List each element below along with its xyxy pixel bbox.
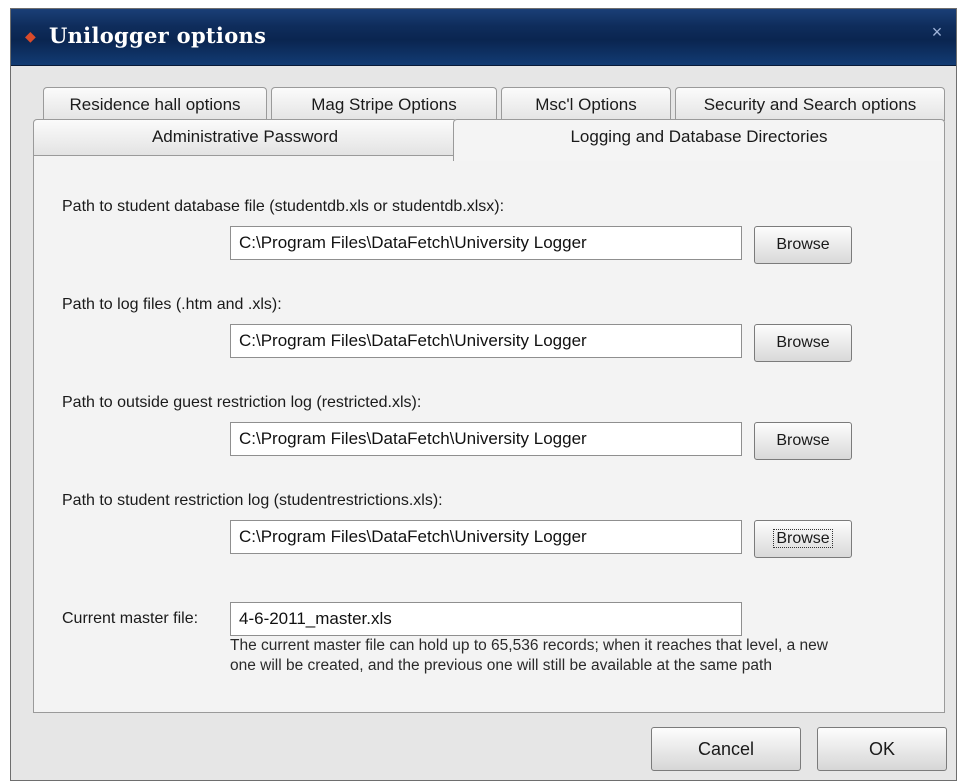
app-diamond-icon: ◆ [25, 28, 36, 44]
student-restriction-path-field[interactable]: C:\Program Files\DataFetch\University Lo… [230, 520, 742, 554]
student-restriction-browse-button[interactable]: Browse [754, 520, 852, 558]
student-restriction-path-label: Path to student restriction log (student… [62, 492, 443, 509]
ok-button[interactable]: OK [817, 727, 947, 771]
browse-button-label: Browse [776, 334, 830, 351]
browse-button-label: Browse [773, 529, 833, 548]
log-files-path-label: Path to log files (.htm and .xls): [62, 296, 282, 313]
tab-miscl-options[interactable]: Msc'l Options [501, 87, 671, 121]
guest-restriction-browse-button[interactable]: Browse [754, 422, 852, 460]
tab-administrative-password[interactable]: Administrative Password [33, 119, 457, 155]
guest-restriction-path-field[interactable]: C:\Program Files\DataFetch\University Lo… [230, 422, 742, 456]
student-db-path-label: Path to student database file (studentdb… [62, 198, 505, 215]
cancel-button[interactable]: Cancel [651, 727, 801, 771]
options-dialog: ◆ Unilogger options × Residence hall opt… [10, 8, 957, 781]
tab-residence-hall-options[interactable]: Residence hall options [43, 87, 267, 121]
browse-button-label: Browse [776, 236, 830, 253]
log-files-path-field[interactable]: C:\Program Files\DataFetch\University Lo… [230, 324, 742, 358]
close-icon[interactable]: × [928, 23, 946, 41]
window-title: Unilogger options [49, 23, 267, 48]
log-files-browse-button[interactable]: Browse [754, 324, 852, 362]
browse-button-label: Browse [776, 432, 830, 449]
master-file-description: The current master file can hold up to 6… [230, 637, 828, 674]
student-db-path-field[interactable]: C:\Program Files\DataFetch\University Lo… [230, 226, 742, 260]
guest-restriction-path-label: Path to outside guest restriction log (r… [62, 394, 422, 411]
tab-strip: Residence hall options Mag Stripe Option… [33, 87, 945, 161]
student-db-browse-button[interactable]: Browse [754, 226, 852, 264]
tab-security-and-search-options[interactable]: Security and Search options [675, 87, 945, 121]
tab-panel-logging-directories: Path to student database file (studentdb… [33, 155, 945, 713]
tab-logging-and-database-directories[interactable]: Logging and Database Directories [453, 119, 945, 161]
title-bar[interactable]: ◆ Unilogger options × [11, 9, 956, 66]
tab-mag-stripe-options[interactable]: Mag Stripe Options [271, 87, 497, 121]
master-file-label: Current master file: [62, 610, 199, 627]
master-file-field[interactable]: 4-6-2011_master.xls [230, 602, 742, 636]
